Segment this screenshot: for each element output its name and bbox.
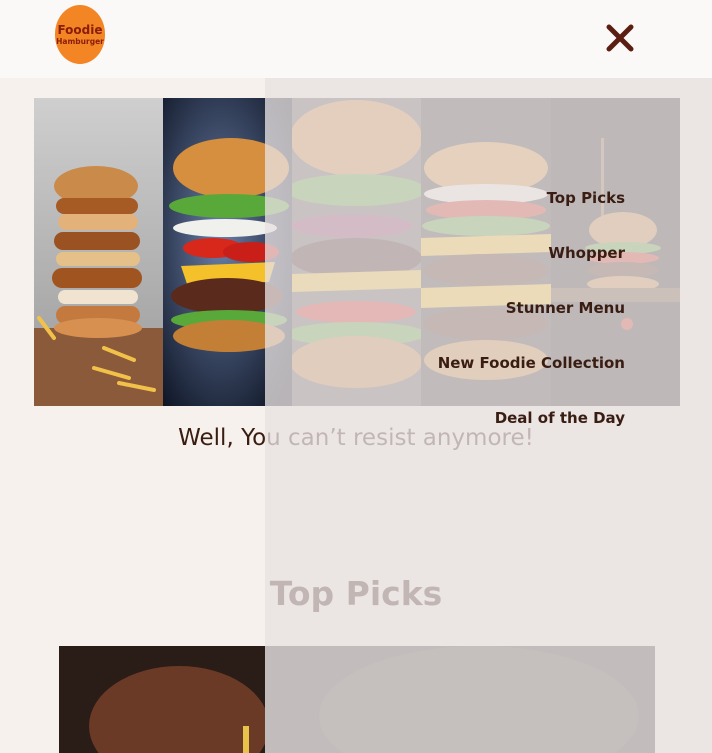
logo-text-line1: Foodie — [57, 22, 103, 37]
nav-item-top-picks[interactable]: Top Picks — [547, 186, 625, 241]
nav-item-deal-of-the-day[interactable]: Deal of the Day — [495, 406, 625, 461]
brand-logo[interactable]: Foodie Hamburger — [55, 5, 105, 64]
main-nav: Top Picks Whopper Stunner Menu New Foodi… — [438, 186, 625, 461]
logo-text-line2: Hamburger — [56, 36, 104, 46]
menu-overlay: Top Picks Whopper Stunner Menu New Foodi… — [265, 78, 712, 753]
hero-image-fried-chicken-burger — [34, 98, 163, 406]
close-menu-button[interactable] — [605, 23, 635, 53]
nav-item-new-foodie-collection[interactable]: New Foodie Collection — [438, 351, 625, 406]
close-icon — [606, 24, 634, 52]
nav-item-whopper[interactable]: Whopper — [548, 241, 625, 296]
nav-item-stunner-menu[interactable]: Stunner Menu — [506, 296, 625, 351]
